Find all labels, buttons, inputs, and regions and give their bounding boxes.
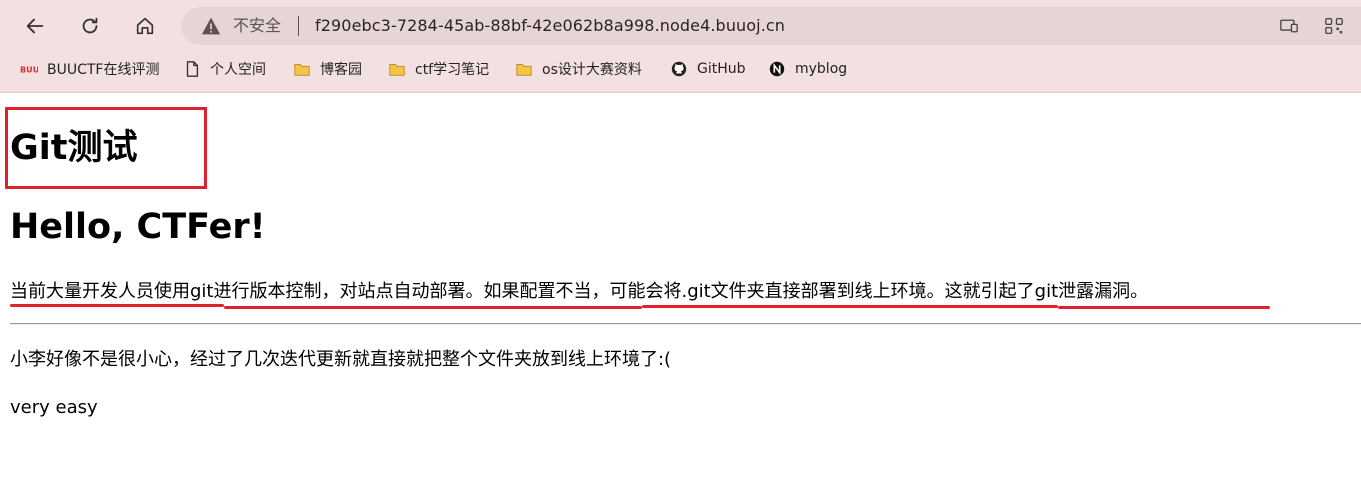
folder-icon (389, 64, 405, 76)
url-text[interactable]: f290ebc3-7284-45ab-88bf-42e062b8a998.nod… (315, 16, 785, 36)
browser-toolbar: 不安全 f290ebc3-7284-45ab-88bf-42e062b8a998… (0, 0, 1361, 50)
bookmark-label: myblog (795, 61, 848, 77)
bookmark-cnblogs[interactable]: 博客园 (293, 56, 362, 82)
bookmark-label: 个人空间 (210, 62, 266, 78)
intro-paragraph: 当前大量开发人员使用git进行版本控制，对站点自动部署。如果配置不当，可能会将.… (10, 281, 1149, 302)
annotation-underline-3 (642, 305, 1058, 308)
address-bar[interactable]: 不安全 f290ebc3-7284-45ab-88bf-42e062b8a998… (181, 7, 1361, 45)
annotation-highlight-box (5, 107, 207, 189)
story-paragraph: 小李好像不是很小心，经过了几次迭代更新就直接就把整个文件夹放到线上环境了:( (10, 349, 672, 370)
bookmark-label: 博客园 (320, 62, 362, 78)
reload-button[interactable] (74, 10, 106, 42)
home-icon (136, 17, 154, 35)
buuctf-icon: BUU (20, 65, 38, 75)
bookmark-label: GitHub (697, 61, 746, 77)
home-button[interactable] (129, 10, 161, 42)
address-divider (298, 16, 299, 36)
page-icon (186, 61, 199, 77)
app-available-icon[interactable] (1279, 17, 1299, 35)
bookmark-ctf-notes[interactable]: ctf学习笔记 (388, 56, 489, 82)
qr-code-icon[interactable] (1324, 17, 1344, 35)
annotation-underline-4 (1058, 306, 1270, 309)
svg-text:BUU: BUU (20, 65, 38, 75)
bookmark-label: BUUCTF在线评测 (47, 62, 160, 78)
back-arrow-icon (26, 18, 44, 34)
folder-icon (516, 64, 532, 76)
bookmark-os-contest[interactable]: os设计大赛资料 (515, 56, 642, 82)
warning-icon[interactable] (201, 16, 221, 36)
greeting-heading: Hello, CTFer! (10, 207, 266, 247)
difficulty-text: very easy (10, 397, 98, 418)
browser-chrome: 不安全 f290ebc3-7284-45ab-88bf-42e062b8a998… (0, 0, 1361, 93)
reload-icon (82, 17, 98, 34)
annotation-underline-2 (224, 306, 642, 309)
bookmark-personal-space[interactable]: 个人空间 (183, 56, 266, 82)
myblog-icon (769, 61, 785, 77)
annotation-underline-1 (10, 304, 224, 307)
bookmark-label: os设计大赛资料 (542, 62, 642, 78)
bookmark-github[interactable]: GitHub (670, 56, 746, 82)
back-button[interactable] (19, 10, 51, 42)
folder-icon (294, 64, 310, 76)
horizontal-rule (10, 323, 1361, 325)
github-icon (671, 61, 687, 77)
bookmarks-bar: BUU BUUCTF在线评测 个人空间 博客园 ctf学习笔记 os设计大赛资料… (0, 56, 1361, 82)
security-label[interactable]: 不安全 (233, 16, 281, 36)
bookmark-buuctf[interactable]: BUU BUUCTF在线评测 (20, 56, 159, 82)
bookmark-myblog[interactable]: myblog (768, 56, 847, 82)
bookmark-label: ctf学习笔记 (415, 62, 490, 78)
